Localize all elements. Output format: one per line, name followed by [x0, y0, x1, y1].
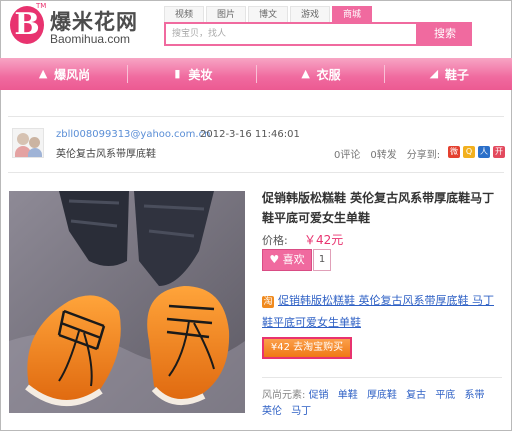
comment-count[interactable]: 0评论 [334, 146, 360, 161]
nav-item-label: 爆风尚 [54, 67, 91, 82]
search-tab-blog[interactable]: 博文 [248, 6, 288, 22]
avatar[interactable] [12, 128, 44, 158]
taobao-icon: 淘 [262, 296, 274, 308]
divider [262, 377, 502, 378]
tag-link[interactable]: 复古 [406, 390, 426, 401]
divider [8, 116, 504, 117]
nav-item-shoes[interactable]: ◢ 鞋子 [385, 66, 512, 83]
site-logo[interactable]: B [10, 6, 44, 44]
nav-item-label: 衣服 [316, 67, 341, 82]
like-button[interactable]: ♥ 喜欢 [262, 249, 312, 271]
product-title: 促销韩版松糕鞋 英伦复古风系带厚底鞋马丁鞋平底可爱女生单鞋 [262, 191, 495, 225]
category-nav: ▲ 爆风尚 ▮ 美妆 ▲ 衣服 ◢ 鞋子 [0, 58, 512, 90]
renren-icon[interactable]: 人 [478, 146, 490, 158]
buy-on-taobao-button[interactable]: ¥42 去淘宝购买 [262, 337, 352, 359]
tag-link[interactable]: 促销 [309, 390, 329, 401]
tag-link[interactable]: 马丁 [291, 406, 311, 417]
like-count: 1 [313, 249, 331, 271]
price-label: 价格: [262, 234, 288, 247]
tag-link[interactable]: 厚底鞋 [367, 390, 397, 401]
search-input[interactable]: 搜宝贝，找人 [164, 22, 418, 46]
search-tab-mall[interactable]: 商城 [332, 6, 372, 22]
post-timestamp: 2012-3-16 11:46:01 [200, 129, 300, 140]
search-tab-games[interactable]: 游戏 [290, 6, 330, 22]
tag-link[interactable]: 系带 [465, 390, 485, 401]
tag-link[interactable]: 单鞋 [338, 390, 358, 401]
nav-item-clothes[interactable]: ▲ 衣服 [257, 66, 384, 83]
shirt-icon: ▲ [301, 67, 310, 80]
tag-link[interactable]: 英伦 [262, 406, 282, 417]
author-link[interactable]: zbll008099313@yahoo.com.cn [56, 129, 210, 140]
product-link-text[interactable]: 促销韩版松糕鞋 英伦复古风系带厚底鞋 马丁鞋平底可爱女生单鞋 [262, 294, 494, 329]
nav-item-label: 美妆 [188, 67, 213, 82]
heart-icon: ♥ [269, 253, 283, 266]
tags-label: 风尚元素: [262, 390, 306, 401]
kaixin-icon[interactable]: 开 [493, 146, 505, 158]
product-link[interactable]: 淘促销韩版松糕鞋 英伦复古风系带厚底鞋 马丁鞋平底可爱女生单鞋 [262, 290, 500, 334]
weibo-icon[interactable]: 微 [448, 146, 460, 158]
search-button[interactable]: 搜索 [418, 22, 472, 46]
trademark-mark: TM [36, 2, 47, 10]
share-label: 分享到: [406, 150, 441, 161]
post-subtitle: 英伦复古风系带厚底鞋 [56, 149, 156, 160]
repost-count[interactable]: 0转发 [370, 146, 396, 161]
tag-link[interactable]: 平底 [435, 390, 455, 401]
nav-item-label: 鞋子 [444, 67, 469, 82]
nav-item-fashion[interactable]: ▲ 爆风尚 [0, 66, 127, 83]
nav-item-cosmetics[interactable]: ▮ 美妆 [128, 66, 255, 83]
search-tab-images[interactable]: 图片 [206, 6, 246, 22]
qzone-icon[interactable]: Q [463, 146, 475, 158]
cosmetics-icon: ▮ [174, 67, 181, 80]
search-tabs: 视频 图片 博文 游戏 商城 [164, 6, 374, 22]
divider [8, 172, 504, 173]
product-photo[interactable] [9, 191, 245, 413]
hat-icon: ▲ [38, 67, 48, 80]
search-tab-video[interactable]: 视频 [164, 6, 204, 22]
like-label: 喜欢 [282, 253, 305, 266]
style-tags: 风尚元素: 促销 单鞋 厚底鞋 复古 平底 系带 英伦 马丁 [262, 388, 502, 420]
shoe-icon: ◢ [429, 67, 439, 80]
site-domain: Baomihua.com [50, 32, 131, 46]
share-icons: 微 Q 人 开 [448, 146, 505, 158]
post-stats: 0评论 0转发 分享到: [334, 146, 440, 161]
price-value: ￥42元 [304, 233, 344, 247]
